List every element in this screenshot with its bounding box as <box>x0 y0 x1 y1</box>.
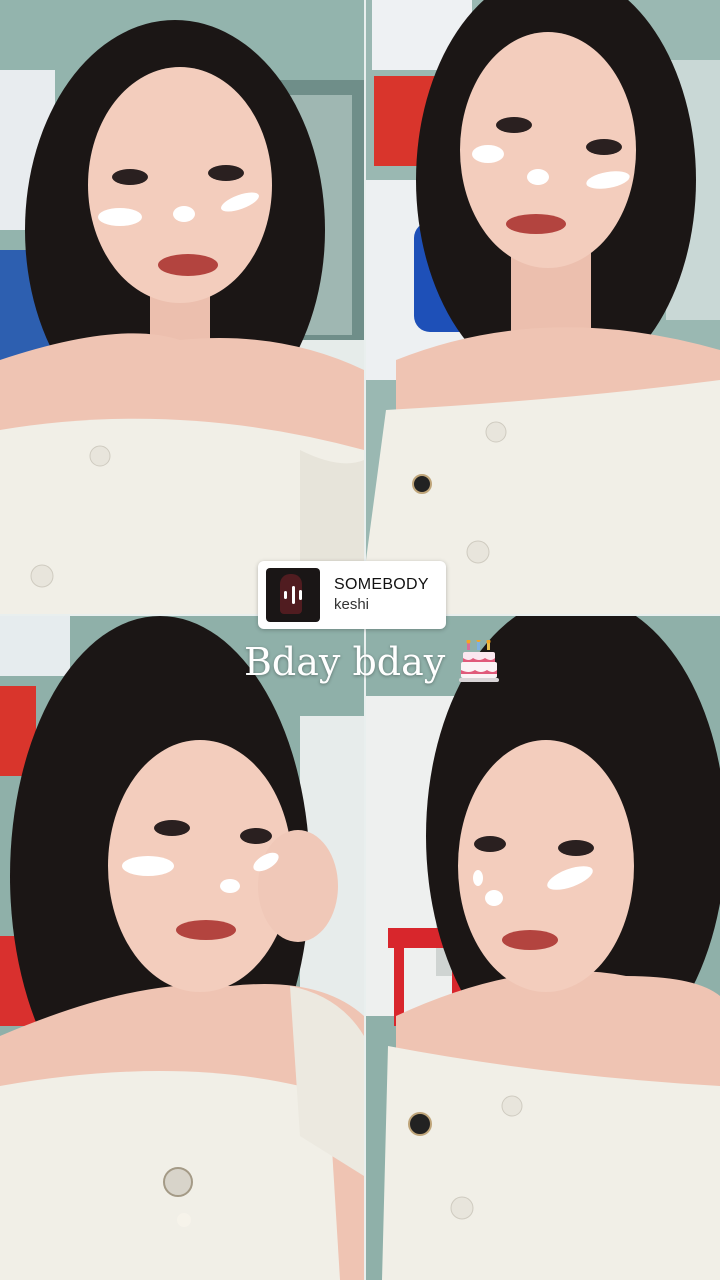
album-art <box>266 568 320 622</box>
audio-wave-icon <box>284 585 302 605</box>
photo-top-left <box>0 0 364 614</box>
birthday-cake-icon <box>459 638 500 684</box>
music-sticker[interactable]: SOMEBODY keshi <box>258 561 446 629</box>
photo-top-right <box>366 0 720 614</box>
photo-bottom-right <box>366 616 720 1280</box>
song-meta: SOMEBODY keshi <box>334 575 429 615</box>
photo-bottom-left <box>0 616 364 1280</box>
caption-text-sticker[interactable]: Bday bday <box>244 636 500 688</box>
caption-text: Bday bday <box>244 640 446 684</box>
song-title: SOMEBODY <box>334 576 429 593</box>
song-artist: keshi <box>334 596 370 613</box>
